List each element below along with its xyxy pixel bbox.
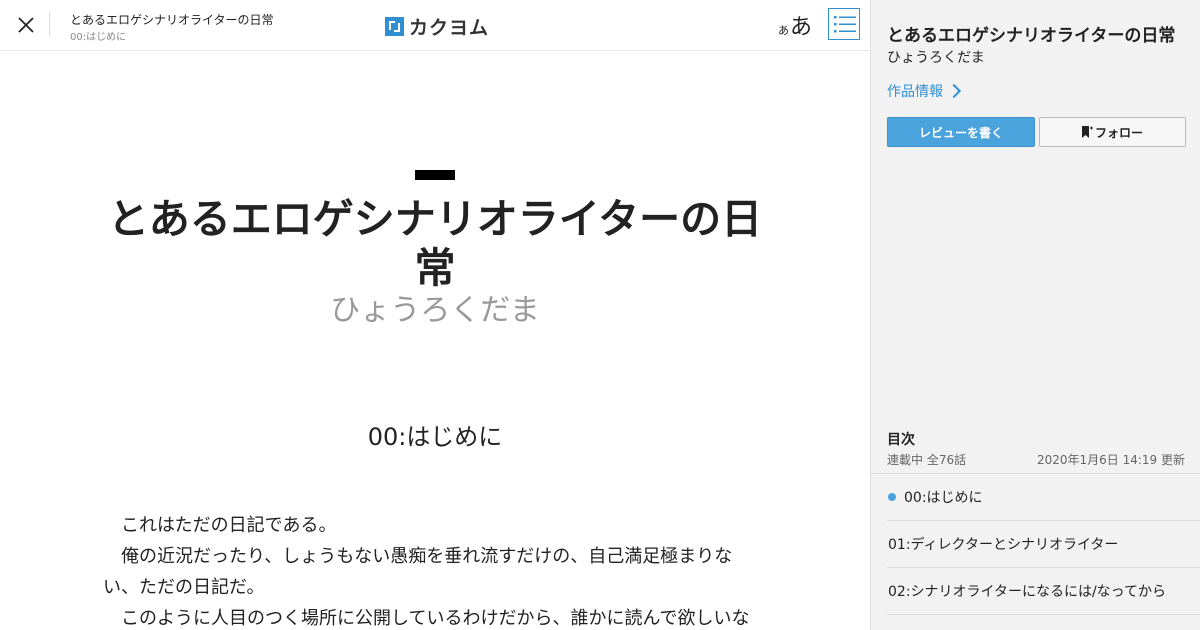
close-icon	[18, 17, 34, 33]
bookmark-icon	[1081, 126, 1093, 138]
work-info-label: 作品情報	[887, 84, 943, 100]
header-divider	[49, 12, 50, 36]
font-size-small-glyph: あ	[778, 24, 789, 37]
episode-label: 02:シナリオライターになるには/なってから	[888, 584, 1166, 600]
sidebar-author[interactable]: ひょうろくだま	[887, 47, 985, 67]
close-button[interactable]	[12, 11, 40, 39]
toc-sidebar: とあるエロゲシナリオライターの日常 ひょうろくだま 作品情報 レビューを書く フ…	[870, 0, 1200, 630]
font-size-button[interactable]: あ あ	[778, 9, 812, 39]
follow-button[interactable]: フォロー	[1039, 117, 1186, 147]
episode-body: これはただの日記である。 俺の近況だったり、しょうもない愚痴を垂れ流すだけの、自…	[103, 510, 763, 630]
sidebar-work-title[interactable]: とあるエロゲシナリオライターの日常	[887, 21, 1175, 46]
title-mark	[415, 170, 455, 180]
episode-list: 00:はじめに 01:ディレクターとシナリオライター 02:シナリオライターにな…	[887, 474, 1200, 615]
episode-label: 01:ディレクターとシナリオライター	[888, 537, 1119, 553]
logo-text: カクヨム	[409, 17, 490, 39]
body-paragraph: 俺の近況だったり、しょうもない愚痴を垂れ流すだけの、自己満足極まりない、ただの日…	[103, 546, 733, 598]
kakuyomu-logo[interactable]: カクヨム	[385, 13, 489, 40]
header-episode-title: 00:はじめに	[70, 32, 127, 43]
current-episode-dot-icon	[888, 493, 896, 501]
reading-area: とあるエロゲシナリオライターの日常 ひょうろくだま 00:はじめに これはただの…	[0, 51, 870, 630]
toc-toggle-button[interactable]	[828, 8, 860, 40]
logo-mark-icon	[385, 17, 404, 36]
toc-list-icon	[834, 16, 856, 33]
write-review-button[interactable]: レビューを書く	[887, 117, 1035, 147]
header-work-title[interactable]: とあるエロゲシナリオライターの日常	[70, 11, 274, 28]
top-header: とあるエロゲシナリオライターの日常 00:はじめに カクヨム あ あ	[0, 0, 870, 51]
work-title: とあるエロゲシナリオライターの日常	[107, 195, 763, 292]
episode-item[interactable]: 02:シナリオライターになるには/なってから	[887, 568, 1200, 615]
episode-item[interactable]: 01:ディレクターとシナリオライター	[887, 521, 1200, 568]
serial-status: 連載中 全76話	[887, 453, 967, 467]
toc-heading: 目次	[887, 432, 915, 448]
work-author[interactable]: ひょうろくだま	[100, 291, 770, 331]
work-info-link[interactable]: 作品情報	[887, 81, 962, 101]
episode-item-current[interactable]: 00:はじめに	[887, 474, 1200, 521]
follow-label: フォロー	[1094, 125, 1143, 140]
chevron-right-icon	[946, 83, 962, 99]
body-paragraph: このように人目のつく場所に公開しているわけだから、誰かに読んで欲しいな	[103, 608, 750, 629]
episode-label: 00:はじめに	[904, 490, 983, 506]
font-size-big-glyph: あ	[790, 15, 813, 40]
last-updated: 2020年1月6日 14:19 更新	[1036, 453, 1185, 467]
episode-title: 00:はじめに	[367, 423, 503, 451]
body-paragraph: これはただの日記である。	[103, 515, 337, 536]
